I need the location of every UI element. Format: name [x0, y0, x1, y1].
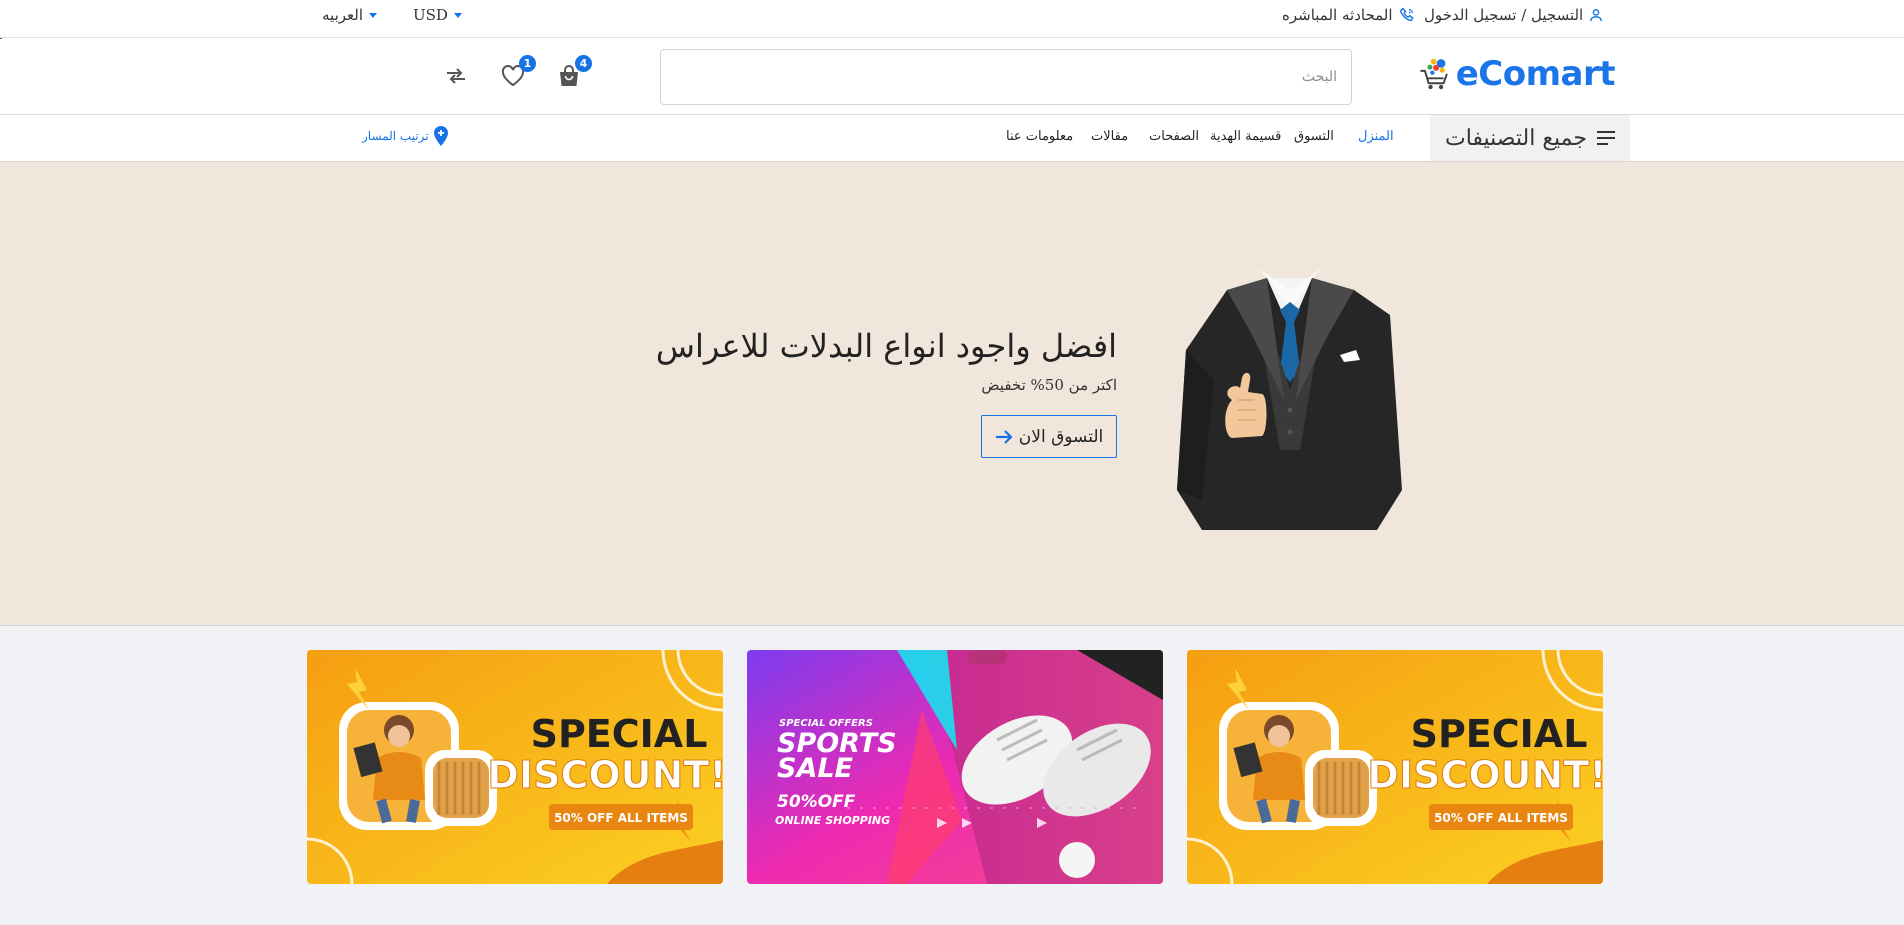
menu-icon	[1597, 131, 1615, 145]
banner-heading-2: SALE	[777, 753, 854, 784]
nav-link-about[interactable]: معلومات عنا	[1006, 129, 1073, 144]
banner-heading-1: SPECIAL	[1411, 712, 1588, 756]
banner-heading-1: SPECIAL	[531, 712, 708, 756]
all-categories-label: جميع التصنيفات	[1444, 125, 1587, 151]
banner-tag: 50% OFF ALL ITEMS	[554, 811, 688, 825]
route-label: ترتيب المسار	[362, 129, 429, 143]
banner-line-1: 50%OFF	[777, 792, 856, 812]
chevron-down-icon	[369, 12, 377, 18]
hero-title: افضل واجود انواع البدلات للاعراس	[655, 327, 1117, 365]
wishlist-count-badge: 1	[519, 55, 536, 72]
cart-logo-icon	[1420, 58, 1448, 90]
promo-banner-special-discount-right[interactable]: SPECIAL DISCOUNT! 50% OFF ALL ITEMS	[1187, 650, 1603, 884]
chevron-down-icon	[453, 12, 462, 18]
arrow-right-icon	[995, 429, 1013, 444]
nav-link-gift-card[interactable]: قسيمة الهدية	[1210, 129, 1281, 144]
compare-arrows-icon	[447, 68, 465, 84]
banner-tag: 50% OFF ALL ITEMS	[1434, 811, 1568, 825]
language-value: العربيه	[322, 6, 363, 24]
logo[interactable]: eComart	[1420, 47, 1616, 101]
cart-count-badge: 4	[575, 55, 592, 72]
special-discount-banner-image: SPECIAL DISCOUNT! 50% OFF ALL ITEMS	[307, 650, 723, 884]
suit-image	[1177, 268, 1402, 530]
top-bar: التسجيل / تسجيل الدخول المحادثه المباشره…	[0, 0, 1904, 38]
phone-icon	[1399, 7, 1414, 22]
wishlist-button[interactable]: 1	[498, 55, 536, 91]
hero-banner: افضل واجود انواع البدلات للاعراس اكتر من…	[0, 161, 1904, 625]
banner-heading-2: DISCOUNT!	[487, 753, 723, 797]
currency-value: USD	[413, 6, 448, 24]
banner-line-2: ONLINE SHOPPING	[775, 814, 890, 827]
live-chat-label: المحادثه المباشره	[1282, 6, 1393, 24]
promo-banner-sports-sale[interactable]: SPECIAL OFFERS SPORTS SALE 50%OFF ONLINE…	[747, 650, 1163, 884]
shop-now-label: التسوق الان	[1018, 426, 1104, 447]
route-link[interactable]: ترتيب المسار	[362, 126, 449, 146]
promo-banner-special-discount-left[interactable]: SPECIAL DISCOUNT! 50% OFF ALL ITEMS	[307, 650, 723, 884]
banner-heading-2: DISCOUNT!	[1367, 753, 1603, 797]
compare-button[interactable]	[441, 61, 471, 91]
all-categories-button[interactable]: جميع التصنيفات	[1430, 115, 1630, 161]
live-chat-link[interactable]: المحادثه المباشره	[1282, 6, 1415, 24]
hero-subtitle: اكتر من 50% تخفيض	[981, 376, 1117, 394]
sports-sale-banner-image: SPECIAL OFFERS SPORTS SALE 50%OFF ONLINE…	[747, 650, 1163, 884]
nav-link-articles[interactable]: مقالات	[1091, 129, 1128, 144]
location-pin-icon	[433, 126, 448, 146]
nav-link-shop[interactable]: التسوق	[1294, 129, 1334, 144]
main-nav: جميع التصنيفات المنزل التسوق قسيمة الهدي…	[0, 115, 1904, 161]
search-input[interactable]	[660, 49, 1352, 105]
nav-link-home[interactable]: المنزل	[1358, 129, 1394, 144]
nav-link-pages[interactable]: الصفحات	[1149, 129, 1199, 144]
account-label: التسجيل / تسجيل الدخول	[1424, 6, 1584, 24]
logo-text: eComart	[1455, 54, 1616, 94]
user-icon	[1590, 9, 1603, 22]
promo-banners: SPECIAL DISCOUNT! 50% OFF ALL ITEMS SPEC…	[0, 625, 1904, 925]
main-header: eComart 4 1	[0, 39, 1904, 115]
currency-select[interactable]: USD	[413, 6, 462, 24]
cart-button[interactable]: 4	[554, 55, 592, 91]
language-select[interactable]: العربيه	[322, 6, 377, 24]
account-link[interactable]: التسجيل / تسجيل الدخول	[1424, 6, 1603, 24]
special-discount-banner-image: SPECIAL DISCOUNT! 50% OFF ALL ITEMS	[1187, 650, 1603, 884]
shop-now-button[interactable]: التسوق الان	[981, 415, 1117, 458]
